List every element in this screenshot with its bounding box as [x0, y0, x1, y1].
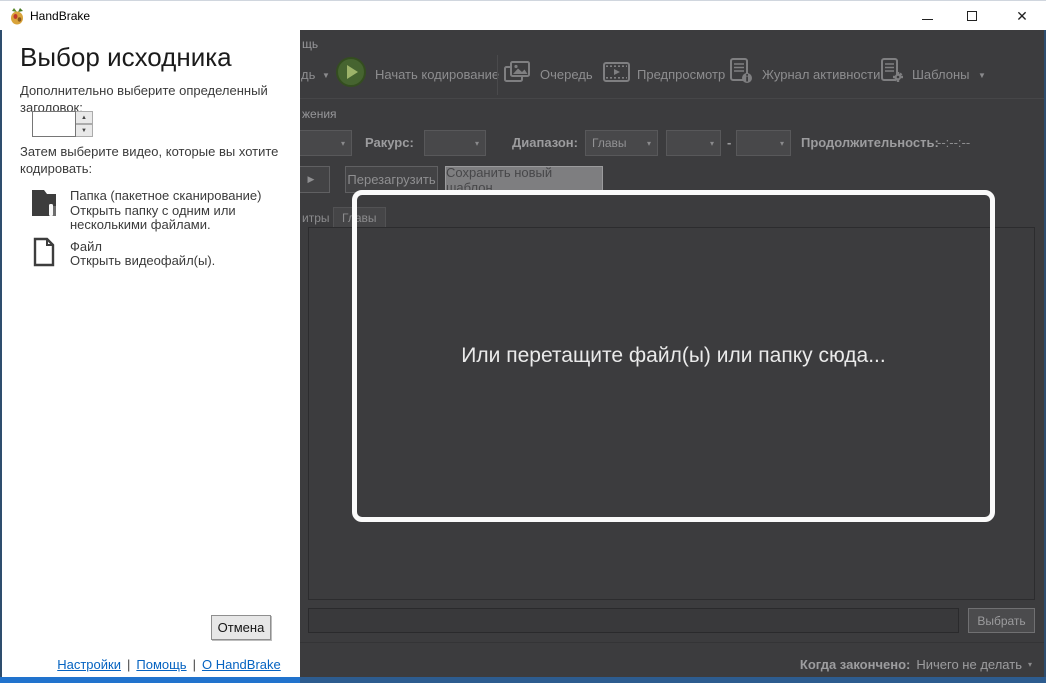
folder-batch-icon[interactable] [30, 186, 60, 220]
duration-label: Продолжительность: [801, 135, 939, 150]
when-done-caret-icon[interactable]: ▾ [1028, 660, 1032, 669]
title-number-input[interactable] [32, 111, 76, 137]
reload-preset-button[interactable]: Перезагрузить [345, 166, 438, 193]
optional-title-text-line1: Дополнительно выберите определенный [20, 83, 268, 98]
settings-link[interactable]: Настройки [57, 657, 121, 672]
about-link[interactable]: О HandBrake [202, 657, 281, 672]
link-separator: | [192, 657, 196, 672]
range-end-dropdown[interactable]: ▾ [736, 130, 791, 156]
drag-drop-zone[interactable]: Или перетащите файл(ы) или папку сюда... [352, 190, 995, 522]
preview-icon[interactable] [603, 62, 630, 82]
spinner-down-button[interactable]: ▼ [76, 124, 93, 137]
caret-down-icon: ▾ [474, 138, 479, 148]
maximize-icon [967, 11, 977, 21]
presets-caret-icon[interactable]: ▼ [978, 71, 986, 80]
caret-down-icon: ▾ [779, 138, 784, 148]
spinner-up-button[interactable]: ▲ [76, 111, 93, 124]
source-section-label-fragment: жения [302, 107, 337, 121]
link-separator: | [126, 657, 131, 672]
window-bottom-accent-right [300, 677, 1046, 683]
close-button[interactable]: ✕ [1005, 1, 1039, 31]
browse-button[interactable]: Выбрать [968, 608, 1035, 633]
open-source-caret-icon[interactable]: ▼ [322, 71, 330, 80]
start-encode-icon[interactable] [336, 57, 366, 87]
caret-down-icon: ▾ [340, 138, 345, 148]
range-dash: - [727, 135, 732, 150]
statusbar: Когда закончено: Ничего не делать ▾ [800, 657, 1032, 672]
save-new-preset-button[interactable]: Сохранить новый шаблон [445, 165, 603, 195]
presets-icon[interactable] [879, 58, 906, 84]
handbrake-window: щь дь ▼ Начать кодирование Очередь Предп… [0, 0, 1046, 683]
caret-down-icon: ▾ [709, 138, 714, 148]
file-option-title[interactable]: Файл [70, 239, 102, 254]
then-select-text-line2: кодировать: [20, 161, 93, 176]
caret-down-icon: ▾ [646, 138, 651, 148]
handbrake-logo-icon [11, 8, 23, 25]
when-done-label: Когда закончено: [799, 657, 911, 672]
arrow-right-icon: ▶ [307, 174, 315, 184]
preview-button[interactable]: Предпросмотр [637, 67, 725, 82]
panel-footer-links: Настройки | Помощь | О HandBrake [20, 657, 318, 672]
folder-option-title[interactable]: Папка (пакетное сканирование) [70, 188, 261, 203]
angle-dropdown[interactable]: ▾ [424, 130, 486, 156]
title-number-spinner: ▲ ▼ [32, 111, 93, 137]
statusbar-divider [300, 642, 1044, 643]
activity-log-icon[interactable] [728, 58, 755, 84]
drag-drop-hint: Или перетащите файл(ы) или папку сюда... [461, 344, 886, 367]
angle-label: Ракурс: [365, 135, 414, 150]
duration-value: --:--:-- [937, 135, 971, 150]
toolbar-divider [300, 98, 1044, 99]
titlebar[interactable]: HandBrake ✕ [0, 0, 1046, 30]
toolbar-separator [497, 55, 498, 95]
range-mode-value: Главы [592, 136, 627, 150]
folder-option-desc2[interactable]: несколькими файлами. [70, 217, 211, 232]
menu-help-fragment[interactable]: щь [302, 37, 318, 51]
help-link[interactable]: Помощь [136, 657, 186, 672]
minimize-button[interactable] [910, 1, 944, 31]
when-done-dropdown[interactable]: Ничего не делать [916, 657, 1022, 672]
then-select-text-line1: Затем выберите видео, которые вы хотите [20, 144, 279, 159]
maximize-button[interactable] [955, 1, 989, 31]
close-icon: ✕ [1016, 8, 1028, 24]
range-start-dropdown[interactable]: ▾ [666, 130, 721, 156]
file-option-desc[interactable]: Открыть видеофайл(ы). [70, 253, 215, 268]
folder-option-desc1[interactable]: Открыть папку с одним или [70, 203, 236, 218]
file-icon[interactable] [32, 237, 56, 267]
range-mode-dropdown[interactable]: Главы ▾ [585, 130, 658, 156]
cancel-button[interactable]: Отмена [211, 615, 271, 640]
play-icon [347, 65, 358, 79]
destination-input[interactable] [308, 608, 959, 633]
presets-button[interactable]: Шаблоны [912, 67, 970, 82]
open-source-button-fragment[interactable]: дь [301, 67, 315, 82]
window-title: HandBrake [30, 9, 91, 23]
range-label: Диапазон: [512, 135, 578, 150]
activity-log-button[interactable]: Журнал активности [762, 67, 880, 82]
window-bottom-accent-left [0, 677, 300, 683]
start-encode-button[interactable]: Начать кодирование [375, 67, 499, 82]
source-selection-panel: Выбор исходника Дополнительно выберите о… [0, 30, 300, 677]
minimize-icon [921, 18, 933, 20]
queue-icon[interactable] [503, 59, 533, 85]
tab-subtitles-fragment[interactable]: итры [302, 207, 330, 228]
panel-title: Выбор исходника [20, 42, 232, 72]
queue-button[interactable]: Очередь [540, 67, 593, 82]
